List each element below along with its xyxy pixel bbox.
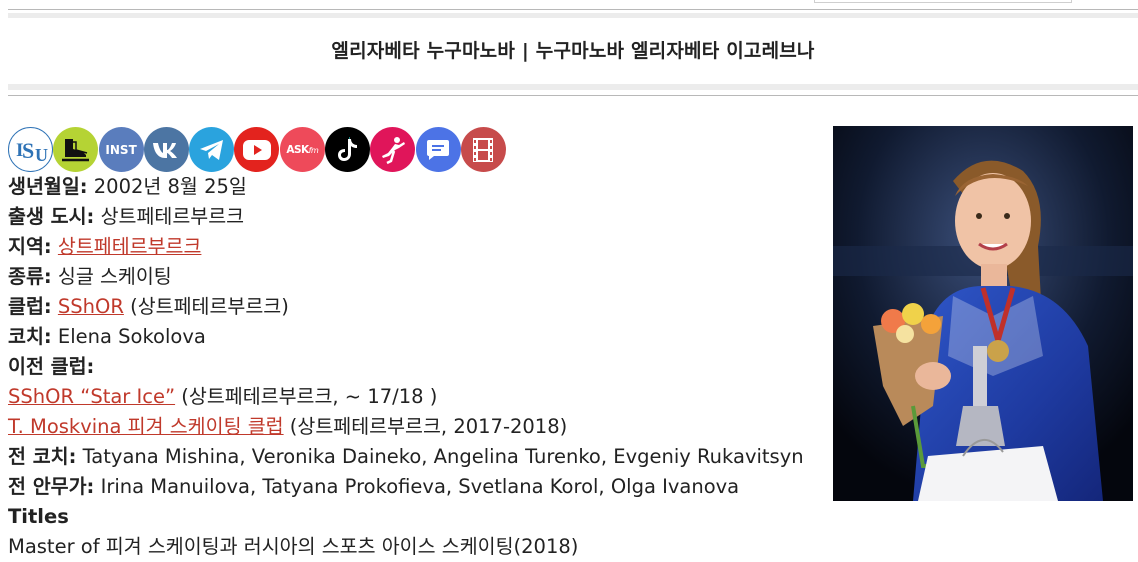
category-row: 종류: 싱글 스케이팅 [8,262,804,292]
titles-label: Titles [8,505,69,528]
header-band-top [8,13,1138,18]
city-value: 상트페테르부르크 [100,205,245,228]
askfm-icon[interactable]: ASKfm [279,127,325,172]
prev-club-2-row: T. Moskvina 피겨 스케이팅 클럽 (상트페테르부르크, 2017-2… [8,412,804,442]
club-city: (상트페테르부르크) [130,295,289,318]
club-row: 클럽: SShOR (상트페테르부르크) [8,292,804,322]
header-divider [8,95,1138,96]
svg-text:U: U [35,145,48,165]
birth-row: 생년월일: 2002년 8월 25일 [8,172,804,202]
prev-clubs-label: 이전 클럽: [8,355,95,378]
titles-value: Master of 피겨 스케이팅과 러시아의 스포츠 아이스 스케이팅(201… [8,535,579,558]
club-link[interactable]: SShOR [58,295,124,318]
former-coaches-label: 전 코치: [8,445,77,468]
coach-row: 코치: Elena Sokolova [8,322,804,352]
city-label: 출생 도시: [8,205,95,228]
chat-icon[interactable] [415,127,461,172]
prev-club-1-details: (상트페테르부르크, ~ 17/18 ) [181,385,438,408]
titles-row: Master of 피겨 스케이팅과 러시아의 스포츠 아이스 스케이팅(201… [8,532,804,562]
prev-clubs-row: 이전 클럽: [8,352,804,382]
profile-info: 생년월일: 2002년 8월 25일 출생 도시: 상트페테르부르크 지역: 상… [8,172,804,562]
page-title: 엘리자베타 누구마노바 | 누구마노바 엘리자베타 이고레브나 [331,40,815,62]
former-choreographers-row: 전 안무가: Irina Manuilova, Tatyana Prokofie… [8,472,804,502]
coach-value: Elena Sokolova [57,325,206,348]
category-label: 종류: [8,265,52,288]
prev-club-2-details: (상트페테르부르크, 2017-2018) [289,415,568,438]
athlete-photo-illustration [833,126,1133,501]
instagram-icon[interactable]: INST [98,127,144,172]
prev-club-1-link[interactable]: SShOR “Star Ice” [8,385,175,408]
telegram-icon[interactable] [189,127,235,172]
athlete-photo [833,126,1133,501]
category-value: 싱글 스케이팅 [57,265,172,288]
former-coaches-row: 전 코치: Tatyana Mishina, Veronika Daineko,… [8,442,804,472]
coach-label: 코치: [8,325,52,348]
tiktok-icon[interactable] [325,127,371,172]
askfm-label: ASKfm [286,143,319,156]
prev-club-1-row: SShOR “Star Ice” (상트페테르부르크, ~ 17/18 ) [8,382,804,412]
film-icon[interactable] [460,127,506,172]
header-band-bottom [8,84,1138,90]
region-row: 지역: 상트페테르부르크 [8,232,804,262]
club-label: 클럽: [8,295,52,318]
svg-text:S: S [22,138,34,163]
instagram-label: INST [105,142,137,157]
city-row: 출생 도시: 상트페테르부르크 [8,202,804,232]
birth-value: 2002년 8월 25일 [93,175,247,198]
former-choreographers-value: Irina Manuilova, Tatyana Prokofieva, Sve… [100,475,740,498]
region-label: 지역: [8,235,52,258]
search-box[interactable] [814,0,1072,3]
region-link[interactable]: 상트페테르부르크 [58,235,202,258]
skates-icon[interactable] [53,127,99,172]
youtube-icon[interactable] [234,127,280,172]
former-choreographers-label: 전 안무가: [8,475,95,498]
titles-heading-row: Titles [8,502,804,532]
prev-club-2-link[interactable]: T. Moskvina 피겨 스케이팅 클럽 [8,415,284,438]
top-divider [8,9,1138,10]
isu-icon[interactable]: I S U [8,127,53,172]
social-links: I S U INST ASKfm [8,127,506,172]
former-coaches-value: Tatyana Mishina, Veronika Daineko, Angel… [82,445,804,468]
skater-icon[interactable] [370,127,416,172]
birth-label: 생년월일: [8,175,88,198]
vk-icon[interactable] [143,127,189,172]
